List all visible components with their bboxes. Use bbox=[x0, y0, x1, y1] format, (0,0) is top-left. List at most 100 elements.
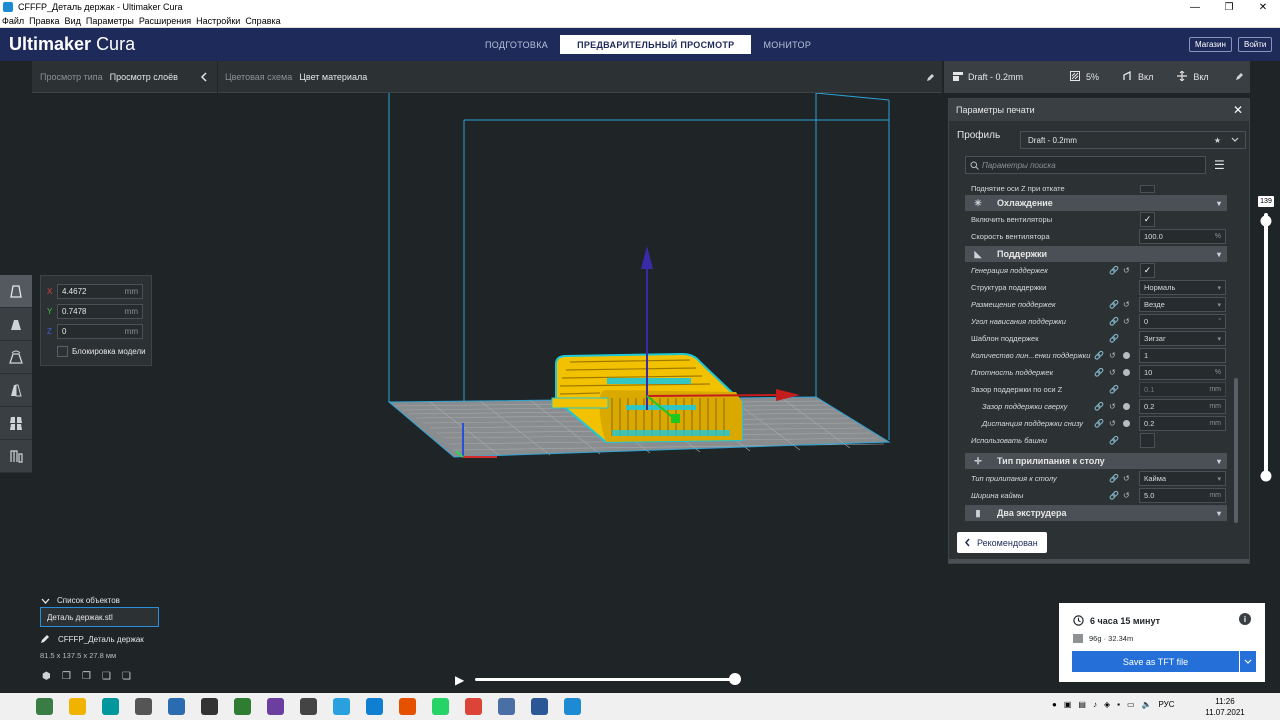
color-scheme-select[interactable]: Цвет материала bbox=[299, 72, 367, 82]
settings-menu-icon[interactable]: ☰ bbox=[1214, 158, 1225, 172]
category-cooling[interactable]: ✳ Охлаждение ▾ bbox=[965, 195, 1227, 211]
keyboard-language[interactable]: РУС bbox=[1159, 700, 1175, 709]
support-structure-select[interactable]: Нормаль ▾ bbox=[1139, 280, 1226, 295]
reset-icon[interactable]: ↺ bbox=[1109, 402, 1116, 411]
reset-icon[interactable]: ↺ bbox=[1123, 300, 1130, 309]
tray-icon[interactable]: ▪ bbox=[1117, 700, 1120, 709]
adhesion-type-select[interactable]: Кайма ▾ bbox=[1139, 471, 1226, 486]
settings-scrollbar[interactable] bbox=[1234, 378, 1238, 523]
category-support[interactable]: ◣ Поддержки ▾ bbox=[965, 246, 1227, 262]
move-tool-button[interactable] bbox=[0, 275, 32, 308]
taskbar-app-icon[interactable] bbox=[498, 698, 515, 715]
reset-icon[interactable]: ↺ bbox=[1109, 368, 1116, 377]
support-z-distance-input[interactable]: 0.1 mm bbox=[1139, 382, 1226, 397]
category-adhesion[interactable]: ✛ Тип прилипания к столу ▾ bbox=[965, 453, 1227, 469]
tray-icon[interactable]: ▭ bbox=[1127, 700, 1135, 709]
taskbar-app-icon[interactable] bbox=[201, 698, 218, 715]
taskbar-app-icon[interactable] bbox=[267, 698, 284, 715]
info-icon[interactable]: i bbox=[1239, 613, 1251, 625]
view-right-icon[interactable]: ❏ bbox=[122, 671, 142, 682]
tray-icon[interactable]: ♪ bbox=[1093, 700, 1097, 709]
menu-preferences[interactable]: Параметры bbox=[86, 16, 134, 26]
3d-viewport[interactable] bbox=[0, 93, 945, 693]
category-dual-extrusion[interactable]: ▮ Два экструдера ▾ bbox=[965, 505, 1227, 521]
y-arrow-icon[interactable] bbox=[671, 414, 680, 423]
panel-resize-handle[interactable] bbox=[949, 559, 1249, 563]
object-list-toggle[interactable]: Список объектов bbox=[41, 596, 120, 605]
link-icon[interactable]: 🔗 bbox=[1109, 300, 1119, 309]
reset-icon[interactable]: ↺ bbox=[1123, 317, 1130, 326]
menu-edit[interactable]: Правка bbox=[29, 16, 59, 26]
taskbar-app-icon[interactable] bbox=[564, 698, 581, 715]
menu-settings[interactable]: Настройки bbox=[196, 16, 240, 26]
settings-list[interactable]: Поднятие оси Z при откате ✳ Охлаждение ▾… bbox=[965, 183, 1227, 525]
link-icon[interactable]: 🔗 bbox=[1109, 334, 1119, 343]
taskbar-app-icon[interactable] bbox=[135, 698, 152, 715]
per-model-settings-button[interactable] bbox=[0, 407, 32, 440]
build-volume-scene[interactable] bbox=[0, 93, 945, 693]
support-density-input[interactable]: 10% bbox=[1139, 365, 1226, 380]
taskbar-app-icon[interactable] bbox=[36, 698, 53, 715]
taskbar-app-icon[interactable] bbox=[465, 698, 482, 715]
layer-slider[interactable] bbox=[1257, 195, 1275, 495]
brim-width-input[interactable]: 5.0 mm bbox=[1139, 488, 1226, 503]
tray-icon[interactable]: ◈ bbox=[1104, 700, 1110, 709]
view-front-icon[interactable]: ❒ bbox=[62, 671, 82, 682]
collapse-icon[interactable] bbox=[200, 61, 208, 93]
login-button[interactable]: Войти bbox=[1238, 37, 1273, 52]
tab-monitor[interactable]: МОНИТОР bbox=[751, 35, 823, 54]
link-icon[interactable]: 🔗 bbox=[1109, 266, 1119, 275]
link-icon[interactable]: 🔗 bbox=[1109, 491, 1119, 500]
pencil-icon[interactable] bbox=[926, 61, 935, 93]
menu-extensions[interactable]: Расширения bbox=[139, 16, 191, 26]
z-hop-checkbox[interactable] bbox=[1140, 184, 1155, 193]
save-tft-button[interactable]: Save as TFT file bbox=[1072, 651, 1239, 672]
rotate-tool-button[interactable] bbox=[0, 341, 32, 374]
taskbar-app-icon[interactable] bbox=[399, 698, 416, 715]
tab-preview[interactable]: ПРЕДВАРИТЕЛЬНЫЙ ПРОСМОТР bbox=[560, 35, 752, 54]
pencil-icon[interactable] bbox=[1235, 72, 1244, 83]
taskbar-app-icon[interactable] bbox=[366, 698, 383, 715]
taskbar-app-icon[interactable] bbox=[333, 698, 350, 715]
maximize-button[interactable]: ❐ bbox=[1212, 2, 1246, 13]
support-placement-select[interactable]: Везде ▾ bbox=[1139, 297, 1226, 312]
taskbar-app-icon[interactable] bbox=[168, 698, 185, 715]
link-icon[interactable]: 🔗 bbox=[1094, 419, 1104, 428]
star-icon[interactable]: ★ bbox=[1214, 136, 1221, 145]
close-button[interactable]: ✕ bbox=[1246, 2, 1280, 13]
path-slider-handle[interactable] bbox=[729, 673, 741, 685]
z-coordinate-input[interactable]: 0 mm bbox=[57, 324, 143, 339]
taskbar-app-icon[interactable] bbox=[102, 698, 119, 715]
view-type-select[interactable]: Просмотр слоёв bbox=[110, 72, 178, 82]
overhang-angle-input[interactable]: 0 ° bbox=[1139, 314, 1226, 329]
taskbar-clock[interactable]: 11:26 11.07.2021 bbox=[1205, 696, 1245, 718]
link-icon[interactable]: 🔗 bbox=[1109, 436, 1119, 445]
menu-help[interactable]: Справка bbox=[245, 16, 280, 26]
taskbar-app-icon[interactable] bbox=[234, 698, 251, 715]
x-coordinate-input[interactable]: 4.4672 mm bbox=[57, 284, 143, 299]
volume-icon[interactable]: 🔈 bbox=[1142, 700, 1152, 709]
fan-enable-checkbox[interactable]: ✓ bbox=[1140, 212, 1155, 227]
link-icon[interactable]: 🔗 bbox=[1109, 385, 1119, 394]
tab-prepare[interactable]: ПОДГОТОВКА bbox=[473, 35, 560, 54]
minimize-button[interactable]: — bbox=[1178, 2, 1212, 13]
y-coordinate-input[interactable]: 0.7478 mm bbox=[57, 304, 143, 319]
tray-icon[interactable]: ▣ bbox=[1064, 700, 1072, 709]
recommended-mode-button[interactable]: Рекомендован bbox=[957, 532, 1047, 553]
z-arrow-icon[interactable] bbox=[641, 246, 653, 269]
taskbar-app-icon[interactable] bbox=[300, 698, 317, 715]
reset-icon[interactable]: ↺ bbox=[1123, 491, 1130, 500]
support-bottom-distance-input[interactable]: 0.2 mm bbox=[1139, 416, 1226, 431]
support-generate-checkbox[interactable]: ✓ bbox=[1140, 263, 1155, 278]
support-blocker-button[interactable] bbox=[0, 440, 32, 473]
path-slider-track[interactable] bbox=[475, 678, 737, 681]
profile-select[interactable]: Draft - 0.2mm ★ bbox=[1020, 131, 1246, 149]
taskbar-app-icon[interactable] bbox=[531, 698, 548, 715]
reset-icon[interactable]: ↺ bbox=[1109, 419, 1116, 428]
taskbar-app-icon[interactable] bbox=[69, 698, 86, 715]
settings-search-input[interactable]: Параметры поиска bbox=[965, 156, 1206, 174]
object-list-item[interactable]: Деталь держак.stl bbox=[40, 607, 159, 627]
view-3d-icon[interactable]: ⬢ bbox=[42, 671, 62, 682]
link-icon[interactable]: 🔗 bbox=[1109, 474, 1119, 483]
layer-slider-top-handle[interactable] bbox=[1260, 215, 1272, 227]
